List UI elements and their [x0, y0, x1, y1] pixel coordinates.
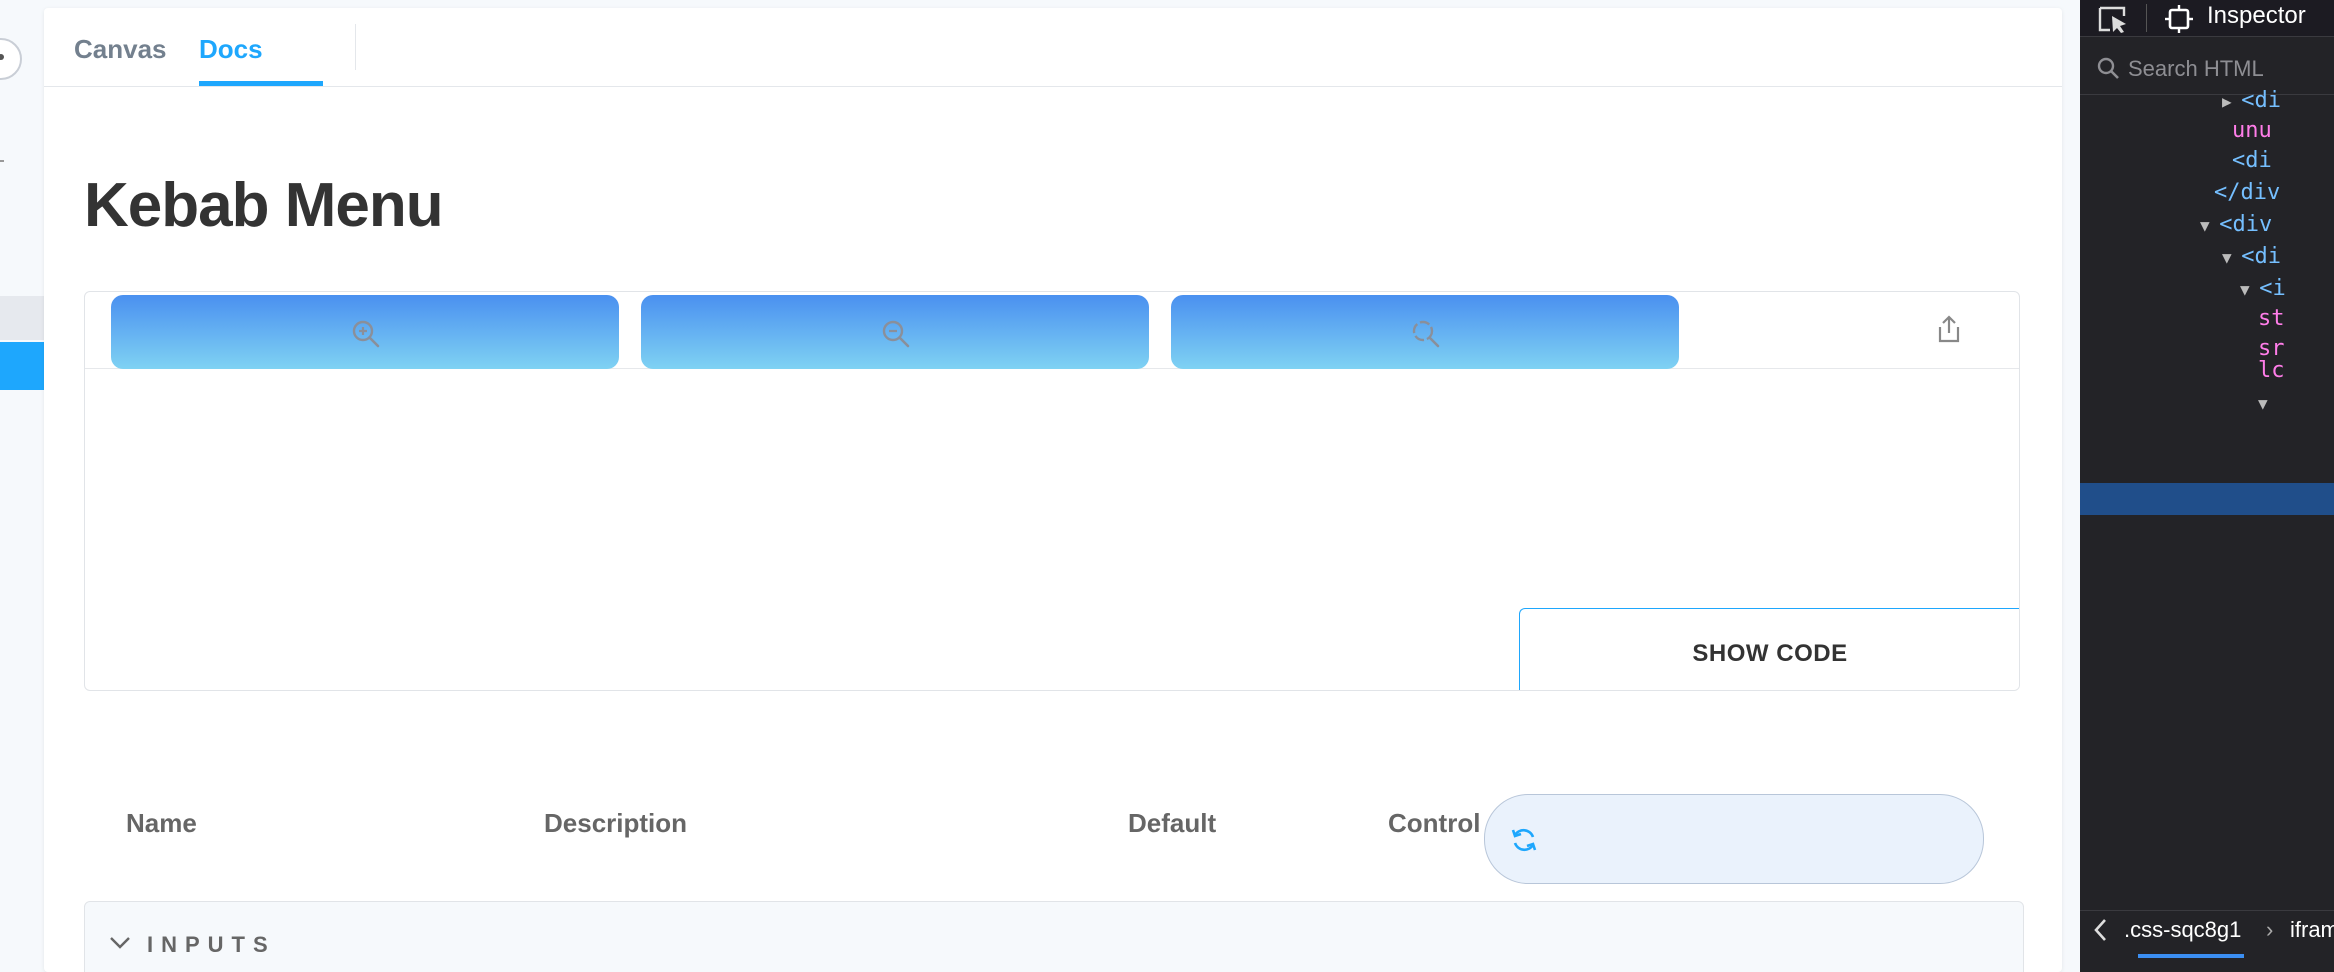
column-header-description: Description — [544, 808, 688, 838]
markup-line[interactable]: </div — [2214, 180, 2280, 205]
show-code-button[interactable]: SHOW CODE — [1519, 608, 2019, 690]
chevron-left-icon[interactable] — [2092, 917, 2108, 943]
markup-text: </div — [2214, 180, 2281, 205]
column-header-control: Control — [1388, 808, 1481, 838]
column-header-default: Default — [1128, 808, 1217, 838]
search-html-field[interactable]: Search HTML — [2080, 46, 2334, 95]
markup-line[interactable]: lc — [2258, 358, 2285, 383]
expand-toggle-icon[interactable]: ▶ — [2222, 92, 2241, 111]
share-icon[interactable] — [1935, 314, 1963, 344]
zoom-in-button[interactable] — [111, 295, 619, 369]
preview-toolbar — [85, 292, 2019, 369]
selected-node-highlight — [2080, 483, 2334, 515]
story-preview: SHOW CODE — [84, 291, 2020, 691]
devtools-breadcrumb: .css-sqc8g1 › ifram — [2080, 910, 2334, 949]
markup-line[interactable]: ▼ <div — [2200, 212, 2272, 237]
expand-toggle-icon[interactable]: ▼ — [2200, 216, 2219, 235]
sidebar-item-active[interactable] — [0, 342, 44, 390]
markup-line[interactable]: st — [2258, 306, 2285, 331]
chevron-right-icon: › — [2266, 917, 2274, 942]
markup-line[interactable]: <di — [2232, 148, 2272, 173]
markup-text: <di — [2232, 148, 2272, 173]
tab-bar: Canvas Docs — [44, 8, 2062, 87]
markup-text: <div — [2219, 212, 2273, 237]
markup-text: unu — [2232, 118, 2272, 143]
markup-text: lc — [2258, 358, 2285, 383]
markup-line[interactable]: ▼ <i — [2240, 276, 2286, 301]
breadcrumb-item[interactable]: .css-sqc8g1 — [2124, 917, 2241, 943]
devtools-panel: Inspector Search HTML ▶ <di unu <di </div ▼ … — [2080, 0, 2334, 972]
markup-text: st — [2258, 306, 2285, 331]
sidebar-item-hovered[interactable] — [0, 296, 44, 340]
toolbar-separator — [2146, 4, 2147, 32]
sidebar-menu-button[interactable] — [0, 38, 22, 80]
sync-icon — [1511, 828, 1537, 852]
page-title: Kebab Menu — [84, 171, 444, 240]
inspector-icon — [2165, 5, 2193, 33]
reset-controls-button[interactable] — [1484, 794, 1984, 884]
markup-text: <di — [2241, 88, 2282, 113]
docs-panel: Canvas Docs Kebab Menu SHOW CODE Name De… — [44, 8, 2062, 972]
markup-line[interactable]: ▶ <di — [2222, 88, 2281, 113]
expand-toggle-icon[interactable]: ▼ — [2222, 248, 2241, 267]
devtools-tab-indicator — [2138, 954, 2244, 958]
expand-toggle-icon[interactable]: ▼ — [2240, 280, 2259, 299]
markup-line[interactable]: ▼ — [2258, 390, 2268, 415]
tab-docs[interactable]: Docs — [199, 8, 263, 86]
tab-divider — [355, 24, 356, 70]
tab-inspector[interactable]: Inspector — [2207, 2, 2306, 30]
section-label: INPUTS — [147, 932, 276, 957]
tab-canvas[interactable]: Canvas — [74, 8, 167, 86]
markup-line[interactable]: ▼ <di — [2222, 244, 2281, 269]
zoom-in-icon — [352, 320, 380, 348]
devtools-toolbar: Inspector — [2080, 0, 2334, 37]
inputs-section-toggle[interactable]: INPUTS — [84, 901, 2024, 972]
element-picker-icon[interactable] — [2096, 4, 2130, 34]
zoom-reset-icon — [1412, 320, 1440, 348]
active-tab-indicator — [199, 81, 323, 86]
zoom-out-button[interactable] — [641, 295, 1149, 369]
chevron-down-icon — [110, 937, 130, 949]
search-icon — [2097, 57, 2119, 79]
column-header-name: Name — [126, 808, 197, 838]
markup-line[interactable]: unu — [2232, 118, 2272, 143]
markup-text: <di — [2241, 244, 2282, 269]
search-html-placeholder: Search HTML — [2128, 56, 2264, 81]
zoom-reset-button[interactable] — [1171, 295, 1679, 369]
sidebar-divider — [0, 160, 4, 162]
expand-toggle-icon[interactable]: ▼ — [2258, 394, 2268, 413]
sidebar-edge — [0, 0, 44, 972]
zoom-out-icon — [882, 320, 910, 348]
markup-text: <i — [2259, 276, 2286, 301]
breadcrumb-item[interactable]: ifram — [2290, 917, 2334, 943]
